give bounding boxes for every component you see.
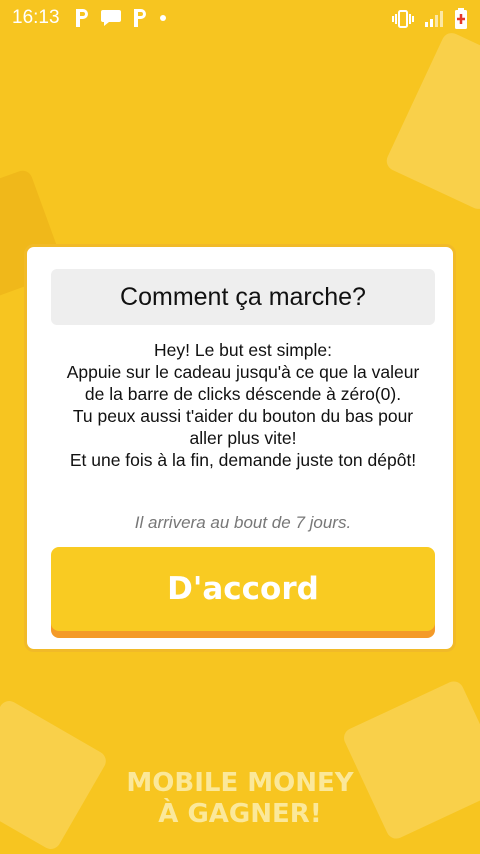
ok-button[interactable]: D'accord [51, 547, 435, 631]
dialog-title: Comment ça marche? [120, 282, 366, 311]
how-it-works-dialog: Comment ça marche? Hey! Le but est simpl… [24, 244, 456, 652]
dialog-body-line: Tu peux aussi t'aider du bouton du bas p… [72, 406, 414, 448]
brand-line-1: MOBILE MONEY [126, 768, 354, 798]
dialog-body-line: Appuie sur le cadeau jusqu'à ce que la v… [66, 362, 420, 404]
dialog-title-box: Comment ça marche? [51, 269, 435, 325]
background-banknote-top-right [383, 29, 480, 213]
dialog-body: Hey! Le but est simple: Appuie sur le ca… [55, 339, 431, 471]
parking-icon [133, 9, 146, 27]
dialog-body-line: Et une fois à la fin, demande juste ton … [69, 450, 417, 470]
system-icons [392, 8, 468, 30]
dialog-note: Il arrivera au bout de 7 jours. [134, 513, 352, 532]
battery-icon [455, 8, 467, 29]
dot-icon [159, 15, 166, 21]
status-time: 16:13 [12, 7, 60, 28]
status-bar: 16:13 [0, 0, 480, 36]
signal-icon [425, 11, 443, 27]
ok-button-label: D'accord [167, 571, 319, 607]
parking-icon [75, 9, 88, 27]
dialog-body-line: Hey! Le but est simple: [154, 340, 332, 360]
brand-line-2: À GAGNER! [158, 799, 322, 829]
brand-tagline: MOBILE MONEY À GAGNER! [0, 768, 480, 830]
chat-bubble-icon [100, 10, 121, 26]
vibrate-icon [392, 10, 414, 28]
notification-icons [74, 8, 168, 28]
